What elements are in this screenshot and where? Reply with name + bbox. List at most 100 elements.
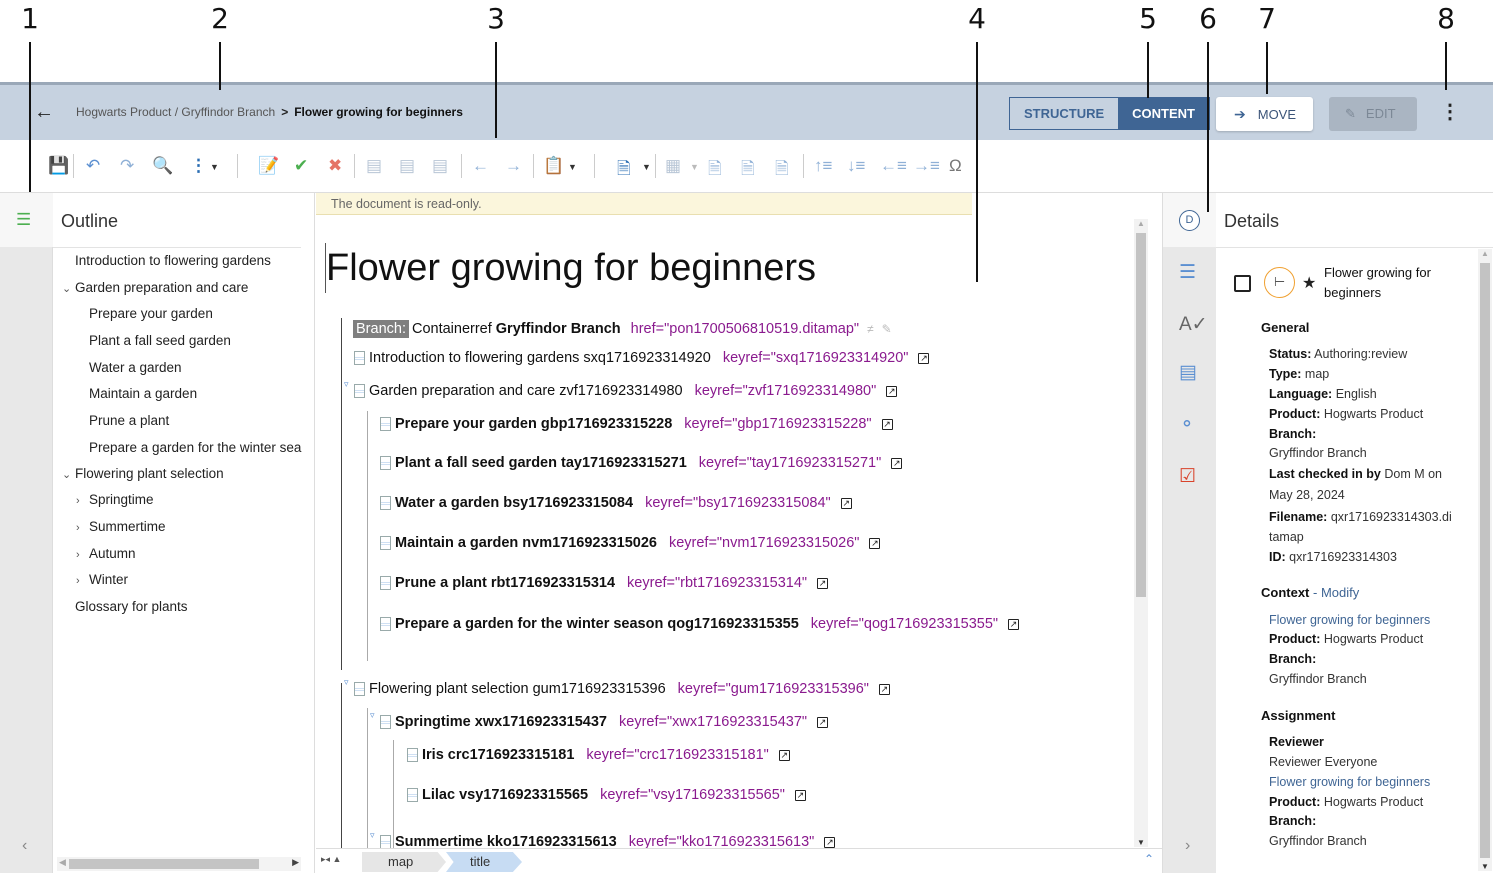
dropdown-caret-icon[interactable]: ▼ [642, 162, 651, 172]
outline-item[interactable]: › Autumn [76, 546, 136, 561]
modify-context-link[interactable]: - Modify [1313, 585, 1359, 600]
next-change-icon[interactable]: → [505, 156, 522, 176]
more-actions-icon[interactable]: ⋮ [190, 156, 207, 176]
outline-item[interactable]: › Springtime [76, 492, 154, 507]
expand-triangle-icon[interactable]: ▿ [370, 830, 375, 841]
open-external-icon[interactable]: ↗ [886, 385, 898, 397]
insert-table-icon[interactable]: ▦ [665, 156, 681, 176]
outline-item[interactable]: ⌄ Flowering plant selection [62, 466, 224, 481]
topicref-row[interactable]: ▿ Flowering plant selection gum171692331… [344, 677, 890, 697]
paste-icon[interactable]: 📋 [543, 156, 564, 176]
open-external-icon[interactable]: ↗ [881, 418, 893, 430]
previous-change-icon[interactable]: ← [472, 156, 489, 176]
outline-item[interactable]: Plant a fall seed garden [89, 333, 231, 348]
scroll-down-icon[interactable]: ▼ [1481, 862, 1489, 871]
map-structure-icon[interactable]: ☰ [1179, 261, 1196, 284]
topicref-row[interactable]: Prune a plant rbt1716923315314 keyref="r… [380, 575, 829, 591]
expand-triangle-icon[interactable]: ▿ [344, 677, 349, 688]
structure-tab[interactable]: STRUCTURE [1010, 98, 1119, 129]
move-up-icon[interactable]: ↑≡ [814, 156, 832, 176]
redo-icon[interactable]: ↷ [120, 156, 134, 176]
edit-button[interactable]: ✎ EDIT [1329, 97, 1417, 131]
context-link[interactable]: Flower growing for beginners [1269, 613, 1430, 627]
insert-comment-icon[interactable]: ▤ [366, 156, 382, 176]
expand-triangle-icon[interactable]: ▿ [370, 710, 375, 721]
horizontal-scrollbar[interactable]: ◀ ▶ [57, 857, 301, 871]
outline-item[interactable]: ⌄ Garden preparation and care [62, 280, 248, 295]
chevron-down-icon[interactable]: ⌄ [62, 468, 71, 481]
remove-comment-icon[interactable]: ▤ [432, 156, 448, 176]
topicref-row[interactable]: Prepare a garden for the winter season q… [380, 616, 1020, 632]
topicref-row[interactable]: Plant a fall seed garden tay171692331527… [380, 455, 903, 471]
expand-right-icon[interactable]: › [1185, 837, 1190, 855]
details-icon[interactable]: D [1179, 210, 1200, 231]
promote-icon[interactable]: ←≡ [880, 156, 907, 176]
topicref-row[interactable]: Lilac vsy1716923315565 keyref="vsy171692… [407, 787, 806, 803]
open-external-icon[interactable]: ↗ [1008, 618, 1020, 630]
outline-item[interactable]: Prepare a garden for the winter sea [89, 440, 301, 455]
open-external-icon[interactable]: ↗ [778, 749, 790, 761]
outline-icon[interactable]: ☰ [16, 210, 31, 230]
topicref-row[interactable]: Introduction to flowering gardens sxq171… [354, 350, 930, 366]
chevron-down-icon[interactable]: ⌄ [62, 282, 71, 295]
more-options-icon[interactable]: ⋮ [1440, 99, 1460, 124]
chevron-right-icon[interactable]: › [76, 495, 85, 507]
accept-reject-icon[interactable]: 📝 [258, 156, 279, 176]
topicref-row[interactable]: ▿ Garden preparation and care zvf1716923… [344, 379, 898, 399]
outline-item[interactable]: Prepare your garden [89, 306, 213, 321]
disabled-edit-icon[interactable]: ✎ [882, 322, 892, 336]
star-icon[interactable]: ★ [1302, 273, 1316, 293]
scroll-up-icon[interactable]: ▲ [1137, 219, 1145, 228]
topicref-row[interactable]: Maintain a garden nvm1716923315026 keyre… [380, 535, 881, 551]
dropdown-caret-icon[interactable]: ▼ [210, 162, 219, 172]
outline-item[interactable]: Glossary for plants [75, 599, 188, 614]
open-external-icon[interactable]: ↗ [878, 683, 890, 695]
scrollbar-thumb[interactable] [69, 859, 259, 869]
breadcrumb-controls-icon[interactable]: ▸◂ ▲ [321, 854, 341, 865]
open-external-icon[interactable]: ↗ [817, 716, 829, 728]
special-character-icon[interactable]: Ω [949, 156, 962, 176]
scroll-down-icon[interactable]: ▼ [1137, 838, 1145, 847]
details-scrollbar[interactable]: ▲ ▼ [1478, 249, 1492, 871]
checked-in-icon[interactable]: ☑ [1179, 465, 1196, 488]
open-external-icon[interactable]: ↗ [817, 577, 829, 589]
topicref-row[interactable]: Iris crc1716923315181 keyref="crc1716923… [407, 747, 790, 763]
topicref-row[interactable]: ▿ Springtime xwx1716923315437 keyref="xw… [370, 710, 829, 730]
open-external-icon[interactable]: ↗ [918, 352, 930, 364]
outline-item[interactable]: Maintain a garden [89, 386, 197, 401]
collapse-left-icon[interactable]: ‹ [22, 837, 27, 855]
move-button[interactable]: ➔ MOVE [1216, 97, 1313, 131]
back-arrow-icon[interactable]: ← [34, 101, 54, 124]
open-external-icon[interactable]: ↗ [869, 537, 881, 549]
demote-icon[interactable]: →≡ [913, 156, 940, 176]
outline-item[interactable]: › Summertime [76, 519, 166, 534]
chevron-right-icon[interactable]: › [76, 575, 85, 587]
reject-change-icon[interactable]: ✖ [328, 156, 342, 176]
map-view-icon[interactable]: 🗎 [617, 156, 631, 185]
scroll-right-icon[interactable]: ▶ [292, 857, 299, 868]
find-icon[interactable]: 🔍 [152, 156, 173, 176]
breadcrumb-path[interactable]: Hogwarts Product / Gryffindor Branch [76, 105, 275, 119]
new-topic-icon[interactable]: 🗎 [708, 156, 722, 185]
scroll-left-icon[interactable]: ◀ [59, 857, 66, 868]
open-external-icon[interactable]: ↗ [891, 457, 903, 469]
undo-icon[interactable]: ↶ [86, 156, 100, 176]
branch-row[interactable]: Branch: Containerref Gryffindor Branch h… [353, 320, 892, 338]
unlink-icon[interactable]: ≠ [867, 322, 874, 336]
content-tab[interactable]: CONTENT [1118, 98, 1210, 129]
comments-icon[interactable]: ▤ [1179, 361, 1197, 384]
open-external-icon[interactable]: ↗ [824, 836, 836, 848]
scrollbar-thumb[interactable] [1480, 263, 1490, 858]
open-external-icon[interactable]: ↗ [840, 497, 852, 509]
outline-item[interactable]: › Winter [76, 572, 128, 587]
scroll-up-icon[interactable]: ▲ [1481, 249, 1489, 258]
outline-item[interactable]: Water a garden [89, 360, 182, 375]
dropdown-caret-icon[interactable]: ▼ [568, 162, 577, 172]
crumb-map[interactable]: map [362, 852, 446, 872]
expand-up-icon[interactable]: ⌃ [1144, 852, 1154, 866]
open-external-icon[interactable]: ↗ [794, 789, 806, 801]
expand-triangle-icon[interactable]: ▿ [344, 379, 349, 390]
branch-href[interactable]: href="pon1700506810519.ditamap" [631, 321, 859, 337]
insert-reference-icon[interactable]: 🗎 [741, 156, 755, 185]
topicref-row[interactable]: Prepare your garden gbp1716923315228 key… [380, 416, 893, 432]
